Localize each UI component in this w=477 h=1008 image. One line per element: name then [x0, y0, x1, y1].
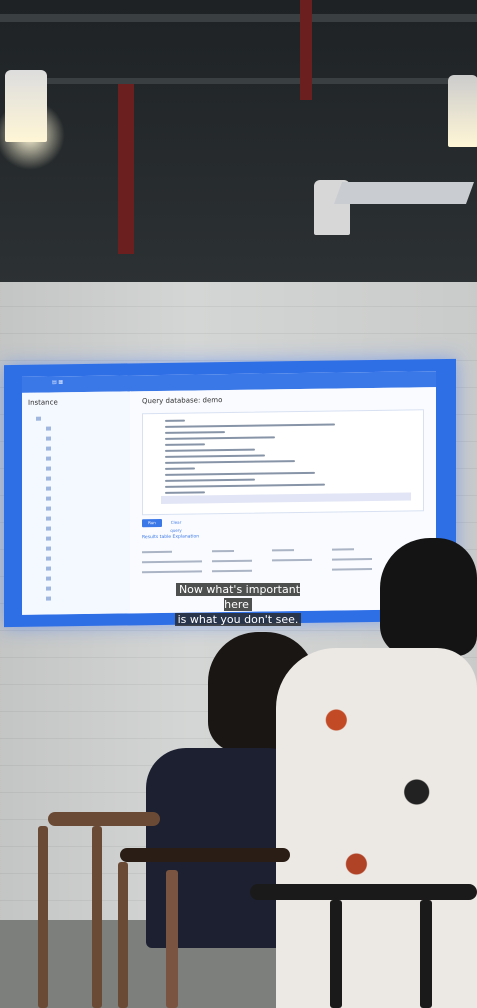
- code-editor: [142, 409, 424, 516]
- caption-line-2: is what you don't see.: [174, 613, 302, 626]
- chair-back-rail: [48, 812, 160, 826]
- man-head: [380, 538, 477, 656]
- ceiling: [0, 0, 477, 285]
- red-pipe-2: [300, 0, 312, 100]
- chair-back-rail-2: [120, 848, 290, 862]
- ceiling-pipe: [40, 78, 477, 84]
- app-sidebar: Instance: [22, 391, 131, 615]
- chair-leg: [118, 862, 128, 1008]
- chair-leg: [92, 826, 102, 1008]
- app-title: Instance: [28, 398, 58, 407]
- ceiling-beam: [0, 14, 477, 22]
- video-caption: Now what's important here is what you do…: [165, 582, 311, 627]
- panel-title: Query database: demo: [142, 396, 223, 406]
- chair-leg: [38, 826, 48, 1008]
- clear-query-button[interactable]: Clear query: [166, 519, 186, 533]
- run-query-button[interactable]: Run query: [142, 518, 162, 533]
- air-vent: [333, 182, 475, 204]
- caption-line-1: Now what's important here: [175, 583, 301, 611]
- chair-back-rail-3: [250, 884, 477, 900]
- red-pipe: [118, 84, 134, 254]
- chair-leg: [166, 870, 178, 1008]
- chair-leg: [330, 900, 342, 1008]
- projected-app: ▤ ▦ Instance Query database: demo Run qu…: [22, 371, 436, 615]
- pendant-lamp: [5, 70, 47, 142]
- man-body: [276, 648, 477, 1008]
- chair-leg: [420, 900, 432, 1008]
- result-tabs[interactable]: Results table Explanation: [142, 534, 199, 540]
- pendant-lamp-3: [448, 75, 477, 147]
